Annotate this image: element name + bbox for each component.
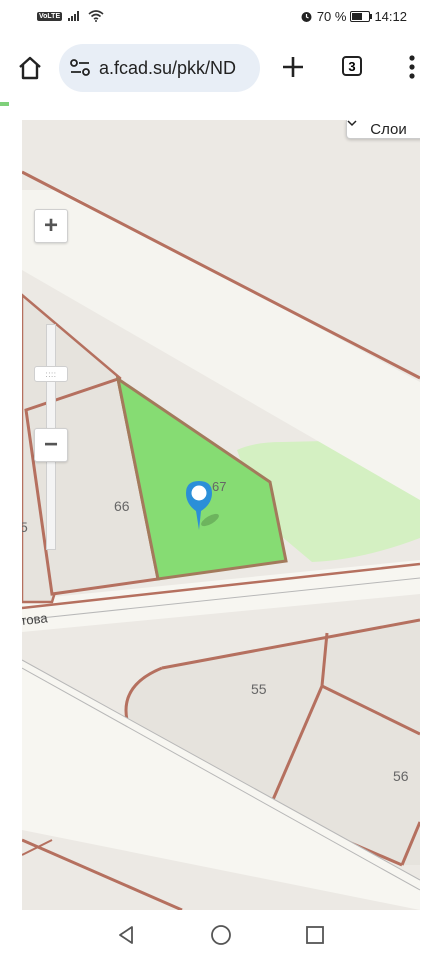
battery-percent: 70 % [316, 9, 347, 24]
web-page: 66 67 5 55 56 това Слои + :::: − [0, 102, 443, 910]
zoom-slider-handle[interactable]: :::: [34, 366, 68, 382]
browser-toolbar: a.fcad.su/pkk/ND 3 [0, 34, 443, 102]
layers-dropdown[interactable]: Слои [346, 120, 420, 139]
parcel-label-55: 55 [251, 681, 267, 697]
new-tab-icon[interactable] [280, 54, 306, 80]
cadastral-map[interactable]: 66 67 5 55 56 това Слои [22, 120, 420, 910]
parcel-label-56: 56 [393, 768, 409, 784]
tab-count: 3 [348, 58, 356, 74]
zoom-in-button[interactable]: + [34, 209, 68, 243]
status-bar: VoLTE 70 % 14:12 [0, 0, 443, 34]
signal-icon [68, 11, 80, 21]
parcel-label-65: 5 [22, 519, 28, 535]
zoom-out-button[interactable]: − [34, 428, 68, 462]
street-label: това [22, 610, 49, 628]
status-left: VoLTE [37, 10, 104, 22]
parcel-label-66: 66 [114, 498, 130, 514]
volte-badge: VoLTE [37, 11, 63, 21]
battery-icon [350, 11, 373, 22]
zoom-out-label: − [43, 431, 58, 458]
address-bar[interactable]: a.fcad.su/pkk/ND [59, 44, 260, 92]
url-text: a.fcad.su/pkk/ND [99, 58, 237, 78]
map-canvas[interactable]: 66 67 5 55 56 това [22, 120, 420, 910]
status-right: 70 % 14:12 [300, 9, 407, 24]
menu-icon[interactable] [404, 54, 420, 80]
wifi-icon [88, 10, 104, 22]
recents-icon[interactable] [304, 924, 326, 946]
parcel-label-67: 67 [212, 479, 226, 494]
clock: 14:12 [374, 9, 407, 24]
chevron-down-icon [347, 120, 357, 127]
home-icon[interactable] [16, 54, 44, 82]
alarm-icon [301, 12, 312, 22]
system-nav-bar [0, 910, 443, 960]
layers-label: Слои [370, 120, 407, 138]
home-circle-icon[interactable] [210, 924, 232, 946]
back-icon[interactable] [116, 924, 138, 946]
zoom-in-label: + [43, 212, 58, 239]
site-settings-icon[interactable] [69, 58, 91, 78]
page-accent [0, 102, 9, 106]
tabs-icon[interactable]: 3 [342, 56, 362, 76]
